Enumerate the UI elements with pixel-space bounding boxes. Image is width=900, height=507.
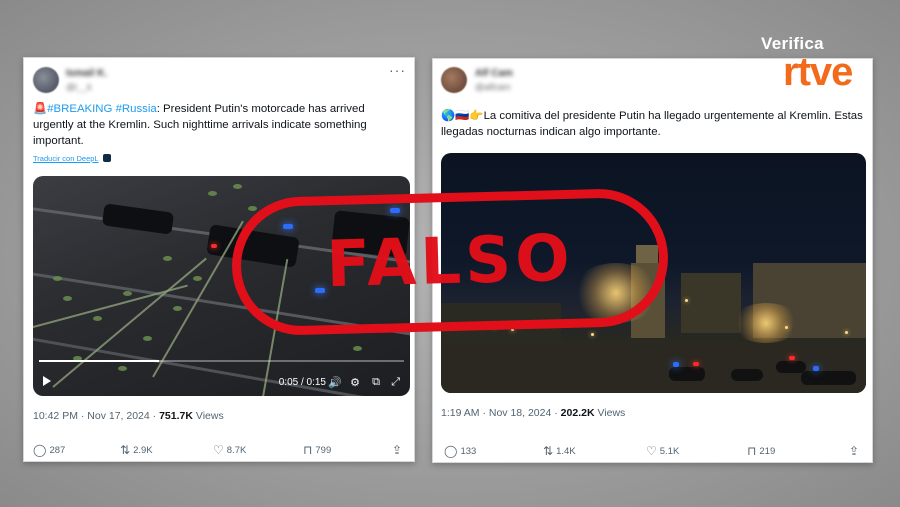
like-button[interactable]: ♡ 5.1K <box>646 444 679 458</box>
tweet-body: La comitiva del presidente Putin ha lleg… <box>441 110 863 138</box>
siren-emoji: 🚨 <box>33 103 48 115</box>
street-light <box>845 331 848 334</box>
hashtag-breaking[interactable]: #BREAKING <box>47 103 112 115</box>
tweet-meta: 10:42 PM · Nov 17, 2024 · 751.7K Views <box>33 410 224 422</box>
deepl-icon <box>102 154 111 162</box>
speech-bubble-icon: ◯ <box>444 444 458 458</box>
police-light <box>673 362 679 367</box>
video-time: 0:05 / 0:15 <box>278 377 326 388</box>
bookmark-button[interactable]: ⊓ 219 <box>747 444 775 458</box>
police-light <box>789 356 795 360</box>
car <box>731 369 763 381</box>
bookmark-icon: ⊓ <box>747 444 757 458</box>
views-count: 202.2K <box>560 407 595 419</box>
leaf <box>118 366 127 371</box>
police-light <box>693 362 699 366</box>
tweet-actions: ◯ 287 ⇅ 2.9K ♡ 8.7K ⊓ 799 ⇪ <box>24 443 414 457</box>
volume-icon[interactable]: 🔊 <box>328 376 342 389</box>
street-light <box>591 333 594 336</box>
translate-label[interactable]: Traducir con DeepL <box>33 154 99 163</box>
tree-branch <box>152 220 244 378</box>
fullscreen-icon[interactable]: ⤢ <box>391 375 400 389</box>
picture-in-picture-icon[interactable]: ⧉ <box>372 375 380 389</box>
repost-count: 1.4K <box>556 445 576 457</box>
tweet-timestamp[interactable]: 1:19 AM · Nov 18, 2024 <box>441 407 551 419</box>
reply-count: 287 <box>49 444 66 456</box>
author-handle[interactable]: @i__k <box>66 82 92 92</box>
repost-arrows-icon: ⇅ <box>543 444 554 458</box>
share-button[interactable]: ⇪ <box>849 444 859 458</box>
heart-icon: ♡ <box>213 443 224 457</box>
share-button[interactable]: ⇪ <box>392 443 402 457</box>
leaf <box>123 291 132 296</box>
leaf <box>143 336 152 341</box>
leaf <box>233 184 242 189</box>
globe-flag-pointing-emoji: 🌎🇷🇺👉 <box>441 110 484 122</box>
views-label: Views <box>195 410 224 422</box>
leaf <box>53 276 62 281</box>
settings-gear-icon[interactable]: ⚙ <box>350 376 360 389</box>
police-light <box>813 366 819 371</box>
leaf <box>93 316 102 321</box>
tweet-timestamp[interactable]: 10:42 PM · Nov 17, 2024 <box>33 410 150 422</box>
share-upload-icon: ⇪ <box>849 444 860 458</box>
falso-stamp-text: FALSO <box>325 221 575 303</box>
video-progress-fill <box>39 360 160 362</box>
falso-stamp: FALSO <box>230 187 670 337</box>
author-name[interactable]: Alf Cam <box>475 68 513 79</box>
bookmark-count: 219 <box>759 445 776 457</box>
car <box>101 203 175 235</box>
leaf <box>353 346 362 351</box>
reply-button[interactable]: ◯ 133 <box>444 444 476 458</box>
like-count: 5.1K <box>659 445 680 457</box>
views-label: Views <box>597 407 626 419</box>
reply-button[interactable]: ◯ 287 <box>33 443 65 457</box>
leaf <box>173 306 182 311</box>
more-dots-icon[interactable]: ··· <box>389 62 406 78</box>
repost-arrows-icon: ⇅ <box>120 443 131 457</box>
like-count: 8.7K <box>226 444 247 456</box>
hashtag-russia[interactable]: #Russia <box>116 103 157 115</box>
car <box>776 361 806 373</box>
video-progress-bar[interactable] <box>39 360 404 362</box>
tree-branch <box>33 284 188 328</box>
repost-button[interactable]: ⇅ 1.4K <box>543 444 576 458</box>
leaf <box>163 256 172 261</box>
heart-icon: ♡ <box>646 444 657 458</box>
street-light <box>685 299 688 302</box>
tweet-text: 🚨#BREAKING #Russia: President Putin's mo… <box>33 101 405 149</box>
bookmark-icon: ⊓ <box>303 443 313 457</box>
tweet-text: 🌎🇷🇺👉La comitiva del presidente Putin ha … <box>441 108 866 140</box>
speech-bubble-icon: ◯ <box>33 443 47 457</box>
car <box>669 367 705 381</box>
leaf <box>208 191 217 196</box>
reply-count: 133 <box>460 445 477 457</box>
author-handle[interactable]: @alfcam <box>475 82 511 92</box>
share-upload-icon: ⇪ <box>392 443 403 457</box>
avatar[interactable] <box>441 67 467 93</box>
repost-count: 2.9K <box>133 444 153 456</box>
street-light <box>785 326 788 329</box>
leaf <box>248 206 257 211</box>
rtve-logo: rtve <box>783 50 853 94</box>
like-button[interactable]: ♡ 8.7K <box>213 443 246 457</box>
play-icon[interactable] <box>43 376 51 386</box>
city-glow <box>731 303 801 343</box>
translate-link[interactable]: Traducir con DeepL <box>33 154 111 163</box>
author-name[interactable]: Ismail K. <box>66 68 107 79</box>
avatar[interactable] <box>33 67 59 93</box>
car <box>801 371 856 385</box>
tweet-actions: ◯ 133 ⇅ 1.4K ♡ 5.1K ⊓ 219 ⇪ <box>433 444 872 458</box>
leaf <box>63 296 72 301</box>
leaf <box>193 276 202 281</box>
tail-light <box>211 244 217 248</box>
repost-button[interactable]: ⇅ 2.9K <box>120 443 153 457</box>
bookmark-button[interactable]: ⊓ 799 <box>303 443 331 457</box>
bookmark-count: 799 <box>315 444 332 456</box>
views-count: 751.7K <box>159 410 193 422</box>
tweet-meta: 1:19 AM · Nov 18, 2024 · 202.2K Views <box>441 407 626 419</box>
